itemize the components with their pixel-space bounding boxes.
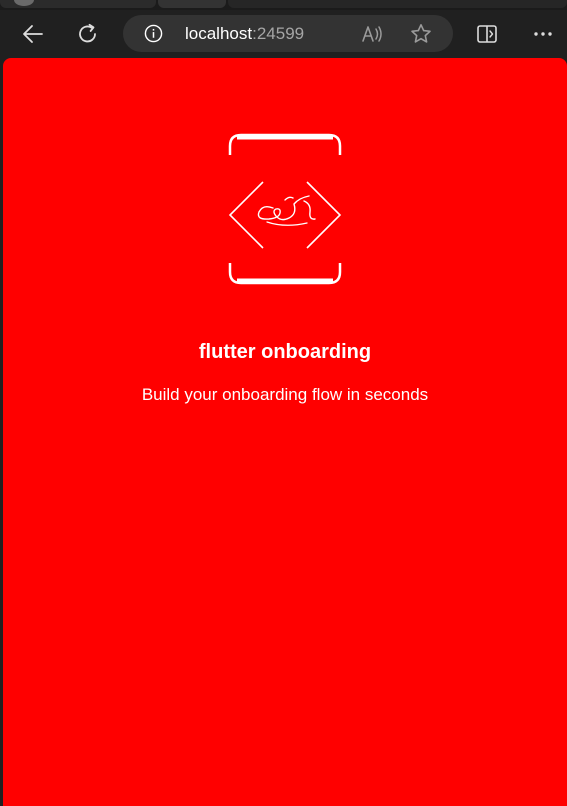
more-button[interactable] [527,18,559,50]
address-bar[interactable]: localhost:24599 [123,15,453,52]
info-icon[interactable] [144,24,163,43]
browser-tab[interactable] [0,0,156,8]
url-port: :24599 [252,24,305,43]
browser-tab-active[interactable] [158,0,226,8]
url-host: localhost [185,24,253,43]
browser-tab[interactable] [228,0,567,8]
star-icon[interactable] [409,22,433,46]
onboarding-subtitle: Build your onboarding flow in seconds [141,385,429,404]
more-icon [534,32,552,36]
back-button[interactable] [17,18,49,50]
split-screen-button[interactable] [471,18,503,50]
code-brackets-logo-icon [228,133,342,285]
back-arrow-icon [23,25,43,43]
browser-toolbar: localhost:24599 [0,10,567,58]
browser-window: localhost:24599 flutter onboarding Build… [0,0,567,806]
address-url[interactable]: localhost:24599 [185,24,304,43]
reload-button[interactable] [72,18,104,50]
tab-favicon-icon [14,0,34,6]
reload-icon [79,23,96,43]
page-viewport: flutter onboarding Build your onboarding… [3,58,567,806]
tab-strip [0,0,567,10]
read-aloud-icon[interactable] [361,23,385,45]
onboarding-title: flutter onboarding [198,341,372,363]
split-screen-icon [477,25,497,43]
